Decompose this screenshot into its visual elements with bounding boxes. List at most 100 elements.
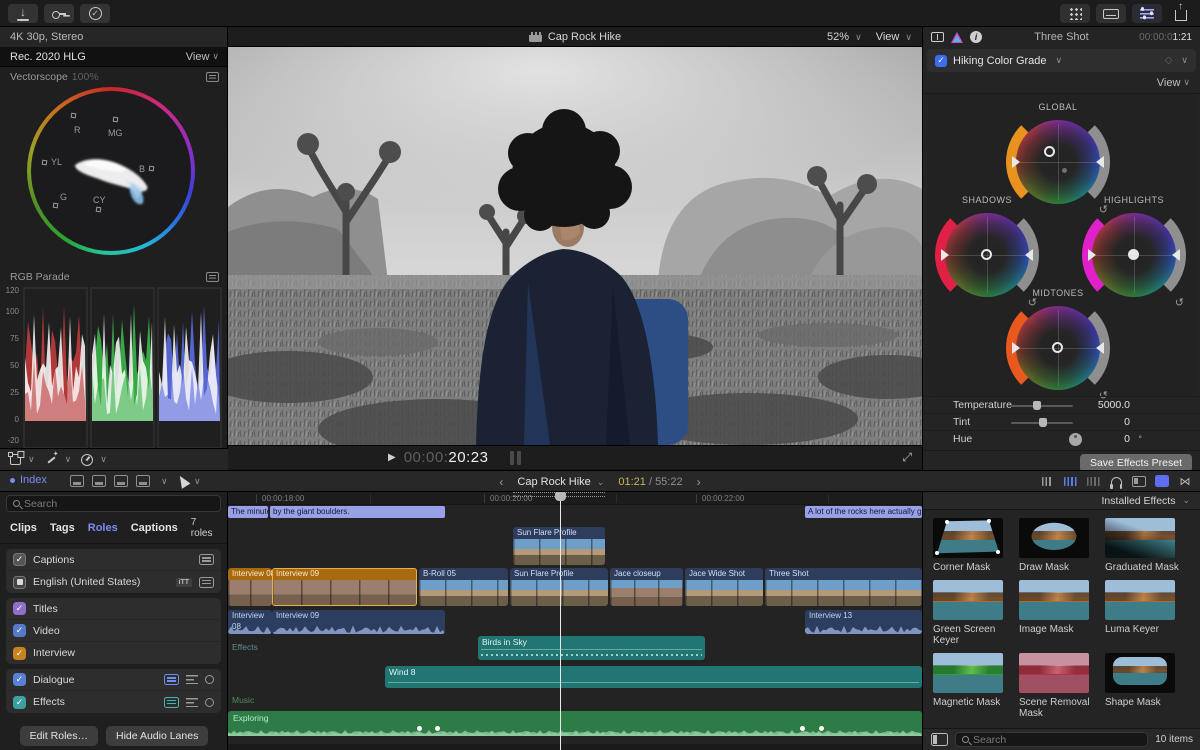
caption-clip[interactable]: The minute… — [228, 506, 268, 518]
timeline-clip[interactable]: Sun Flare Profile — [510, 568, 608, 606]
monitor-icon[interactable] — [205, 675, 214, 684]
timeline-clip[interactable]: B-Roll 05 — [419, 568, 508, 606]
trim-icon[interactable] — [1040, 474, 1054, 488]
keywords-button[interactable] — [44, 4, 74, 23]
color-puck[interactable] — [1128, 249, 1139, 260]
viewer-zoom-menu[interactable]: 52% ∨ — [827, 31, 862, 43]
role-row-effects[interactable]: ✓ Effects — [6, 691, 221, 713]
color-wheel-highlights[interactable]: ↺ — [1082, 203, 1186, 307]
scope-settings-icon[interactable] — [206, 72, 219, 82]
tint-value[interactable]: 0 — [1124, 416, 1130, 428]
color-wheel-global[interactable]: ↺ — [1006, 110, 1110, 214]
timeline-clip[interactable]: Jace closeup — [610, 568, 683, 606]
tab-tags[interactable]: Tags — [50, 522, 75, 534]
caption-clip[interactable]: by the giant boulders. — [270, 506, 445, 518]
audio-clip[interactable]: Interview 08 — [228, 610, 272, 634]
audio-clip[interactable]: Interview 13 — [805, 610, 922, 634]
keyframe-dot[interactable] — [819, 726, 824, 731]
role-checkbox[interactable]: ✓ — [13, 696, 26, 709]
color-puck[interactable] — [1052, 342, 1063, 353]
audio-meters[interactable] — [510, 451, 521, 465]
effects-browser-header[interactable]: Installed Effects ⌄ — [923, 492, 1200, 510]
color-wheel-shadows[interactable]: ↺ — [935, 203, 1039, 307]
temperature-value[interactable]: 5000.0 — [1098, 399, 1130, 411]
temperature-slider[interactable] — [1011, 405, 1073, 407]
focus-icon[interactable] — [186, 675, 198, 684]
color-puck[interactable] — [1044, 146, 1055, 157]
keyframe-dot[interactable] — [435, 726, 440, 731]
import-button[interactable]: ↓ — [8, 4, 38, 23]
effect-item[interactable]: Green Screen Keyer — [933, 580, 1013, 647]
timeline-clip[interactable]: Three Shot — [765, 568, 922, 606]
effect-checkbox[interactable]: ✓ — [935, 55, 947, 67]
color-wheel-disc[interactable] — [945, 213, 1029, 297]
timeline-ruler[interactable]: 00:00:18:00 00:00:20:00 00:00:22:00 — [228, 492, 922, 505]
audio-skimming-icon[interactable] — [1063, 474, 1077, 488]
save-effects-preset-button[interactable]: Save Effects Preset — [1080, 454, 1192, 472]
connected-clip[interactable]: Sun Flare Profile — [513, 527, 605, 565]
effect-item[interactable]: Graduated Mask — [1105, 518, 1185, 574]
show-lanes-icon[interactable] — [164, 674, 179, 685]
color-wheel-midtones[interactable]: ↺ — [1006, 296, 1110, 400]
role-row-titles[interactable]: ✓ Titles — [6, 598, 221, 620]
headphones-icon[interactable] — [1109, 474, 1123, 488]
effect-item[interactable]: Image Mask — [1019, 580, 1099, 647]
wheels-view-menu[interactable]: View — [1157, 77, 1181, 89]
role-checkbox[interactable]: ✓ — [13, 624, 26, 637]
role-row-english[interactable]: English (United States) iTT — [6, 571, 221, 593]
show-lanes-icon[interactable] — [164, 697, 179, 708]
timeline-clip[interactable]: Interview 08 — [228, 568, 272, 606]
effect-item[interactable]: Draw Mask — [1019, 518, 1099, 574]
caption-clip[interactable]: A lot of the rocks here actually g… — [805, 506, 922, 518]
color-wheel-disc[interactable] — [1016, 120, 1100, 204]
timeline-clip[interactable]: Jace Wide Shot — [685, 568, 763, 606]
keyframe-dot[interactable] — [800, 726, 805, 731]
effects-clip[interactable]: Wind 8 — [385, 666, 922, 688]
index-search-field[interactable] — [6, 495, 221, 512]
inspector-toggle-button[interactable] — [1132, 4, 1162, 23]
background-tasks-button[interactable]: ✓ — [80, 4, 110, 23]
play-button[interactable]: ▶ — [388, 452, 396, 463]
reset-icon[interactable]: ↺ — [1175, 296, 1184, 309]
monitor-icon[interactable] — [205, 698, 214, 707]
transform-tool-button[interactable] — [10, 454, 21, 465]
enhancements-button[interactable] — [45, 453, 58, 466]
effect-item[interactable]: Magnetic Mask — [933, 653, 1013, 720]
role-row-captions[interactable]: ✓ Captions — [6, 549, 221, 571]
next-project-icon[interactable]: › — [697, 475, 701, 489]
focus-icon[interactable] — [186, 698, 198, 707]
previous-project-icon[interactable]: ‹ — [499, 475, 503, 489]
tab-roles[interactable]: Roles — [88, 522, 118, 534]
effect-item[interactable]: Scene Removal Mask — [1019, 653, 1099, 720]
transitions-browser-icon[interactable]: ⋈ — [1178, 474, 1192, 488]
tab-captions[interactable]: Captions — [131, 522, 178, 534]
fullscreen-icon[interactable]: ⤢ — [902, 450, 912, 465]
color-correction-row[interactable]: ✓ Hiking Color Grade ∨ ◇ ∨ — [927, 49, 1196, 72]
role-checkbox[interactable]: ✓ — [13, 673, 26, 686]
index-search-input[interactable] — [24, 498, 214, 510]
playhead[interactable] — [560, 492, 561, 750]
timeline-panel[interactable]: 00:00:18:00 00:00:20:00 00:00:22:00 The … — [228, 492, 922, 750]
keyframe-dot[interactable] — [417, 726, 422, 731]
effects-search-input[interactable] — [973, 734, 1141, 746]
timeline-toggle-button[interactable] — [1096, 4, 1126, 23]
effects-browser-icon[interactable] — [1155, 474, 1169, 488]
audio-clip[interactable]: Interview 09 — [272, 610, 445, 634]
timeline-clip[interactable]: Interview 09 — [272, 568, 417, 606]
tint-slider[interactable] — [1011, 422, 1073, 424]
effect-item[interactable]: Luma Keyer — [1105, 580, 1185, 647]
timeline-scrollbar[interactable] — [228, 744, 922, 750]
effects-clip[interactable]: Birds in Sky — [478, 636, 705, 660]
share-button[interactable] — [1168, 4, 1194, 23]
hue-value[interactable]: 0 — [1124, 433, 1130, 445]
scope-settings-icon[interactable] — [206, 272, 219, 282]
show-lanes-icon[interactable] — [199, 577, 214, 588]
sidebar-toggle-icon[interactable] — [931, 733, 948, 746]
color-wheel-disc[interactable] — [1092, 213, 1176, 297]
retime-button[interactable] — [81, 454, 93, 466]
solo-icon[interactable] — [1086, 474, 1100, 488]
tab-clips[interactable]: Clips — [10, 522, 37, 534]
color-wheel-disc[interactable] — [1016, 306, 1100, 390]
keyframe-diamond-icon[interactable]: ◇ — [1165, 55, 1173, 66]
role-checkbox[interactable]: ✓ — [13, 647, 26, 660]
